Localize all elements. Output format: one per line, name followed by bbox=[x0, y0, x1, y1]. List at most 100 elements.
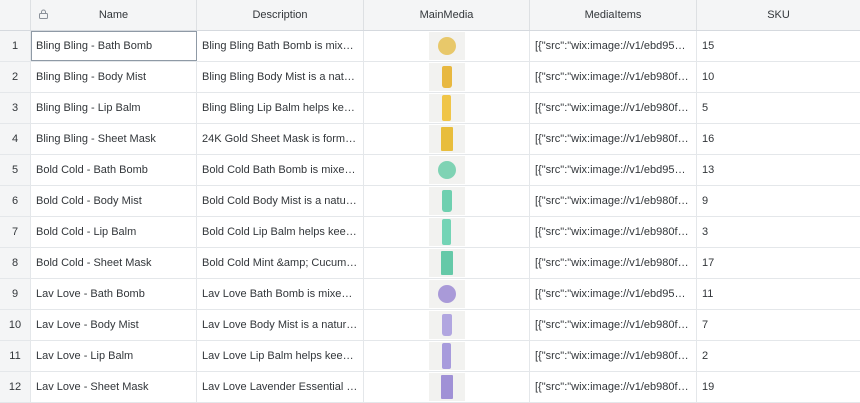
row-number[interactable]: 6 bbox=[0, 186, 31, 216]
cell-text: [{"src":"wix:image://v1/eb980f_e… bbox=[535, 133, 691, 145]
cell-mediaitems[interactable]: [{"src":"wix:image://v1/ebd955_… bbox=[530, 31, 697, 61]
cell-mainmedia[interactable] bbox=[364, 155, 530, 185]
cell-mediaitems[interactable]: [{"src":"wix:image://v1/eb980f_4… bbox=[530, 341, 697, 371]
cell-mainmedia[interactable] bbox=[364, 31, 530, 61]
row-number[interactable]: 10 bbox=[0, 310, 31, 340]
cell-sku[interactable]: 11 bbox=[697, 279, 860, 309]
cell-description[interactable]: Bold Cold Body Mist is a natural fragran… bbox=[197, 186, 364, 216]
cell-sku[interactable]: 16 bbox=[697, 124, 860, 154]
cell-mediaitems[interactable]: [{"src":"wix:image://v1/eb980f_e… bbox=[530, 124, 697, 154]
row-number[interactable]: 7 bbox=[0, 217, 31, 247]
cell-name[interactable]: Bold Cold - Body Mist bbox=[31, 186, 197, 216]
cell-mainmedia[interactable] bbox=[364, 93, 530, 123]
column-header-mainmedia[interactable]: MainMedia bbox=[364, 0, 530, 30]
row-number[interactable]: 3 bbox=[0, 93, 31, 123]
cell-mediaitems[interactable]: [{"src":"wix:image://v1/eb980f_6… bbox=[530, 248, 697, 278]
cell-text: Bold Cold Bath Bomb is mixed with mint … bbox=[202, 164, 358, 176]
table-row[interactable]: 12 Lav Love - Sheet Mask Lav Love Lavender… bbox=[0, 372, 860, 403]
table-row[interactable]: 11 Lav Love - Lip Balm Lav Love Lip Balm h… bbox=[0, 341, 860, 372]
row-number[interactable]: 5 bbox=[0, 155, 31, 185]
cell-mediaitems[interactable]: [{"src":"wix:image://v1/eb980f_8… bbox=[530, 186, 697, 216]
cell-name[interactable]: Lav Love - Bath Bomb bbox=[31, 279, 197, 309]
cell-description[interactable]: Lav Love Body Mist is a natural fragranc… bbox=[197, 310, 364, 340]
cell-description[interactable]: Bold Cold Mint &amp; Cucumber Sheet Mask… bbox=[197, 248, 364, 278]
table-row[interactable]: 5 Bold Cold - Bath Bomb Bold Cold Bath Bom… bbox=[0, 155, 860, 186]
cell-mainmedia[interactable] bbox=[364, 279, 530, 309]
cell-sku[interactable]: 7 bbox=[697, 310, 860, 340]
cell-text: 10 bbox=[702, 71, 715, 83]
column-header-sku[interactable]: SKU bbox=[697, 0, 860, 30]
cell-description[interactable]: Lav Love Bath Bomb is mixed with lavende… bbox=[197, 279, 364, 309]
cell-mainmedia[interactable] bbox=[364, 124, 530, 154]
cell-mediaitems[interactable]: [{"src":"wix:image://v1/eb980f_2… bbox=[530, 217, 697, 247]
row-number[interactable]: 2 bbox=[0, 62, 31, 92]
cell-text: [{"src":"wix:image://v1/eb980f_4… bbox=[535, 350, 691, 362]
cell-description[interactable]: Bling Bling Body Mist is a natural fragr… bbox=[197, 62, 364, 92]
cell-name[interactable]: Lav Love - Body Mist bbox=[31, 310, 197, 340]
product-thumbnail bbox=[428, 280, 465, 308]
cell-name[interactable]: Bold Cold - Bath Bomb bbox=[31, 155, 197, 185]
row-number-label: 12 bbox=[8, 381, 22, 393]
column-header-name[interactable]: Name bbox=[31, 0, 197, 30]
table-row[interactable]: 4 Bling Bling - Sheet Mask 24K Gold Sheet … bbox=[0, 124, 860, 155]
cell-sku[interactable]: 19 bbox=[697, 372, 860, 402]
table-row[interactable]: 9 Lav Love - Bath Bomb Lav Love Bath Bomb … bbox=[0, 279, 860, 310]
cell-mainmedia[interactable] bbox=[364, 62, 530, 92]
table-row[interactable]: 1 Bling Bling - Bath Bomb Bling Bling Bath… bbox=[0, 31, 860, 62]
cell-name[interactable]: Bold Cold - Lip Balm bbox=[31, 217, 197, 247]
cell-mediaitems[interactable]: [{"src":"wix:image://v1/eb980f_4… bbox=[530, 93, 697, 123]
cell-mainmedia[interactable] bbox=[364, 186, 530, 216]
row-number[interactable]: 4 bbox=[0, 124, 31, 154]
cell-mediaitems[interactable]: [{"src":"wix:image://v1/eb980f_f… bbox=[530, 310, 697, 340]
table-row[interactable]: 6 Bold Cold - Body Mist Bold Cold Body Mis… bbox=[0, 186, 860, 217]
column-header-mediaitems[interactable]: MediaItems bbox=[530, 0, 697, 30]
table-row[interactable]: 10 Lav Love - Body Mist Lav Love Body Mist… bbox=[0, 310, 860, 341]
cell-description[interactable]: Lav Love Lavender Essential Oil Sheet Ma… bbox=[197, 372, 364, 402]
table-row[interactable]: 7 Bold Cold - Lip Balm Bold Cold Lip Balm … bbox=[0, 217, 860, 248]
cell-text: Bling Bling - Bath Bomb bbox=[36, 40, 153, 52]
row-number[interactable]: 8 bbox=[0, 248, 31, 278]
cell-name[interactable]: Lav Love - Lip Balm bbox=[31, 341, 197, 371]
cell-name[interactable]: Bling Bling - Bath Bomb bbox=[31, 31, 197, 61]
row-number[interactable]: 12 bbox=[0, 372, 31, 402]
row-number[interactable]: 11 bbox=[0, 341, 31, 371]
row-number[interactable]: 1 bbox=[0, 31, 31, 61]
table-row[interactable]: 3 Bling Bling - Lip Balm Bling Bling Lip B… bbox=[0, 93, 860, 124]
table-row[interactable]: 2 Bling Bling - Body Mist Bling Bling Body… bbox=[0, 62, 860, 93]
cell-description[interactable]: 24K Gold Sheet Mask is formulated with … bbox=[197, 124, 364, 154]
cell-mediaitems[interactable]: [{"src":"wix:image://v1/eb980f_6… bbox=[530, 372, 697, 402]
cell-mainmedia[interactable] bbox=[364, 310, 530, 340]
cell-description[interactable]: Lav Love Lip Balm helps keep your lips … bbox=[197, 341, 364, 371]
cell-mediaitems[interactable]: [{"src":"wix:image://v1/eb980f_f… bbox=[530, 62, 697, 92]
cell-text: 19 bbox=[702, 381, 715, 393]
cell-sku[interactable]: 15 bbox=[697, 31, 860, 61]
cell-mainmedia[interactable] bbox=[364, 248, 530, 278]
cell-mainmedia[interactable] bbox=[364, 341, 530, 371]
row-number[interactable]: 9 bbox=[0, 279, 31, 309]
cell-name[interactable]: Bold Cold - Sheet Mask bbox=[31, 248, 197, 278]
cell-sku[interactable]: 17 bbox=[697, 248, 860, 278]
cell-description[interactable]: Bling Bling Lip Balm helps keep your lip… bbox=[197, 93, 364, 123]
cell-mediaitems[interactable]: [{"src":"wix:image://v1/ebd955_… bbox=[530, 279, 697, 309]
cell-name[interactable]: Lav Love - Sheet Mask bbox=[31, 372, 197, 402]
cell-mainmedia[interactable] bbox=[364, 372, 530, 402]
cell-description[interactable]: Bling Bling Bath Bomb is mixed with spir… bbox=[197, 31, 364, 61]
cell-name[interactable]: Bling Bling - Lip Balm bbox=[31, 93, 197, 123]
table-row[interactable]: 8 Bold Cold - Sheet Mask Bold Cold Mint &a… bbox=[0, 248, 860, 279]
data-grid: Name Description MainMedia MediaItems SK… bbox=[0, 0, 860, 403]
row-number-label: 1 bbox=[11, 40, 19, 52]
cell-description[interactable]: Bold Cold Bath Bomb is mixed with mint … bbox=[197, 155, 364, 185]
cell-sku[interactable]: 9 bbox=[697, 186, 860, 216]
row-number-label: 6 bbox=[11, 195, 19, 207]
column-header-description[interactable]: Description bbox=[197, 0, 364, 30]
cell-sku[interactable]: 2 bbox=[697, 341, 860, 371]
cell-mediaitems[interactable]: [{"src":"wix:image://v1/ebd955_… bbox=[530, 155, 697, 185]
cell-description[interactable]: Bold Cold Lip Balm helps keep your lips … bbox=[197, 217, 364, 247]
cell-name[interactable]: Bling Bling - Body Mist bbox=[31, 62, 197, 92]
cell-name[interactable]: Bling Bling - Sheet Mask bbox=[31, 124, 197, 154]
cell-sku[interactable]: 5 bbox=[697, 93, 860, 123]
cell-sku[interactable]: 13 bbox=[697, 155, 860, 185]
cell-mainmedia[interactable] bbox=[364, 217, 530, 247]
cell-sku[interactable]: 10 bbox=[697, 62, 860, 92]
cell-sku[interactable]: 3 bbox=[697, 217, 860, 247]
